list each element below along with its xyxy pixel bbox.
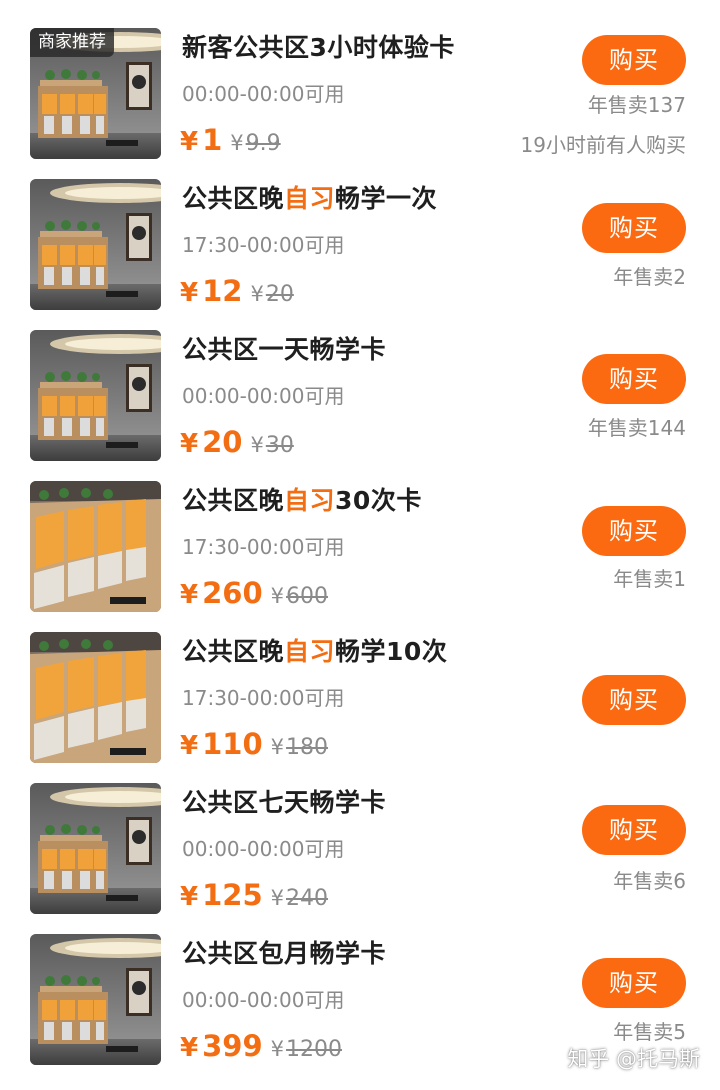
current-price: 1 <box>202 123 223 157</box>
product-image[interactable] <box>30 632 161 763</box>
original-currency-symbol: ¥ <box>230 131 244 155</box>
product-card[interactable]: 公共区一天畅学卡 00:00-00:00可用 ¥20 ¥30 购买 年售卖144 <box>0 330 720 480</box>
product-title[interactable]: 公共区晚自习畅学10次 <box>182 634 447 670</box>
price-block: ¥399 ¥1200 <box>180 1026 342 1071</box>
price-block: ¥20 ¥30 <box>180 422 294 467</box>
current-price: 12 <box>202 274 243 308</box>
annual-sales: 年售卖2 <box>613 265 686 289</box>
annual-sales: 年售卖1 <box>613 567 686 591</box>
title-text: 公共区晚 <box>182 637 285 666</box>
buy-button[interactable]: 购买 <box>582 35 686 85</box>
currency-symbol: ¥ <box>180 882 199 912</box>
product-image[interactable] <box>30 934 161 1065</box>
buy-button[interactable]: 购买 <box>582 203 686 253</box>
currency-symbol: ¥ <box>180 127 199 157</box>
product-card[interactable]: 商家推荐 新客公共区3小时体验卡 00:00-00:00可用 ¥1 ¥9.9 购买 年售卖1… <box>0 28 720 178</box>
current-price: 20 <box>202 425 243 459</box>
currency-symbol: ¥ <box>180 1033 199 1063</box>
product-card[interactable]: 公共区晚自习畅学一次 17:30-00:00可用 ¥12 ¥20 购买 年售卖2 <box>0 179 720 329</box>
product-card[interactable]: 公共区七天畅学卡 00:00-00:00可用 ¥125 ¥240 购买 年售卖6 <box>0 783 720 933</box>
original-price: 180 <box>286 735 329 760</box>
recent-purchase-note: 19小时前有人购买 <box>520 133 686 157</box>
original-currency-symbol: ¥ <box>270 1037 285 1061</box>
original-currency-symbol: ¥ <box>250 433 264 457</box>
product-title[interactable]: 公共区晚自习30次卡 <box>182 483 422 519</box>
buy-button[interactable]: 购买 <box>582 354 686 404</box>
available-hours: 00:00-00:00可用 <box>182 82 345 106</box>
currency-symbol: ¥ <box>180 731 199 761</box>
title-text: 畅学10次 <box>335 637 448 666</box>
title-highlight: 自习 <box>284 637 336 666</box>
price-block: ¥110 ¥180 <box>180 724 328 769</box>
buy-button[interactable]: 购买 <box>582 805 686 855</box>
original-price: 9.9 <box>245 131 281 156</box>
available-hours: 17:30-00:00可用 <box>182 233 345 257</box>
available-hours: 00:00-00:00可用 <box>182 837 345 861</box>
currency-symbol: ¥ <box>180 429 199 459</box>
price-block: ¥260 ¥600 <box>180 573 328 618</box>
zhihu-watermark: 知乎 @托马斯 <box>567 1047 700 1071</box>
title-text: 公共区七天畅学卡 <box>182 788 387 817</box>
product-image[interactable] <box>30 330 161 461</box>
current-price: 260 <box>202 576 263 610</box>
product-title[interactable]: 公共区晚自习畅学一次 <box>182 181 437 217</box>
price-block: ¥1 ¥9.9 <box>180 120 281 165</box>
available-hours: 17:30-00:00可用 <box>182 535 345 559</box>
original-currency-symbol: ¥ <box>270 584 285 608</box>
product-image[interactable] <box>30 179 161 310</box>
annual-sales: 年售卖5 <box>613 1020 686 1044</box>
original-currency-symbol: ¥ <box>270 735 285 759</box>
title-highlight: 自习 <box>284 486 336 515</box>
title-text: 公共区包月畅学卡 <box>182 939 387 968</box>
price-block: ¥12 ¥20 <box>180 271 294 316</box>
original-price: 20 <box>265 282 294 307</box>
available-hours: 00:00-00:00可用 <box>182 384 345 408</box>
available-hours: 00:00-00:00可用 <box>182 988 345 1012</box>
title-text: 畅学一次 <box>335 184 438 213</box>
product-card[interactable]: 公共区晚自习畅学10次 17:30-00:00可用 ¥110 ¥180 购买 <box>0 632 720 782</box>
title-text: 新客公共区3小时体验卡 <box>182 33 455 62</box>
original-currency-symbol: ¥ <box>270 886 285 910</box>
annual-sales: 年售卖137 <box>587 93 686 117</box>
product-title[interactable]: 新客公共区3小时体验卡 <box>182 30 455 66</box>
product-image[interactable] <box>30 783 161 914</box>
buy-button[interactable]: 购买 <box>582 958 686 1008</box>
title-highlight: 自习 <box>284 184 336 213</box>
product-title[interactable]: 公共区包月畅学卡 <box>182 936 386 972</box>
original-price: 1200 <box>286 1037 343 1062</box>
currency-symbol: ¥ <box>180 278 199 308</box>
product-image[interactable]: 商家推荐 <box>30 28 161 159</box>
available-hours: 17:30-00:00可用 <box>182 686 345 710</box>
annual-sales: 年售卖144 <box>587 416 686 440</box>
title-text: 30次卡 <box>335 486 422 515</box>
title-text: 公共区晚 <box>182 486 285 515</box>
product-title[interactable]: 公共区七天畅学卡 <box>182 785 386 821</box>
current-price: 399 <box>202 1029 263 1063</box>
current-price: 125 <box>202 878 263 912</box>
price-block: ¥125 ¥240 <box>180 875 328 920</box>
buy-button[interactable]: 购买 <box>582 675 686 725</box>
original-price: 600 <box>286 584 329 609</box>
annual-sales: 年售卖6 <box>613 869 686 893</box>
original-price: 240 <box>286 886 329 911</box>
product-title[interactable]: 公共区一天畅学卡 <box>182 332 386 368</box>
product-card[interactable]: 公共区晚自习30次卡 17:30-00:00可用 ¥260 ¥600 购买 年售卖1 <box>0 481 720 631</box>
buy-button[interactable]: 购买 <box>582 506 686 556</box>
current-price: 110 <box>202 727 263 761</box>
currency-symbol: ¥ <box>180 580 199 610</box>
original-currency-symbol: ¥ <box>250 282 264 306</box>
product-image[interactable] <box>30 481 161 612</box>
title-text: 公共区晚 <box>182 184 285 213</box>
title-text: 公共区一天畅学卡 <box>182 335 387 364</box>
original-price: 30 <box>265 433 294 458</box>
merchant-recommend-badge: 商家推荐 <box>30 28 114 57</box>
